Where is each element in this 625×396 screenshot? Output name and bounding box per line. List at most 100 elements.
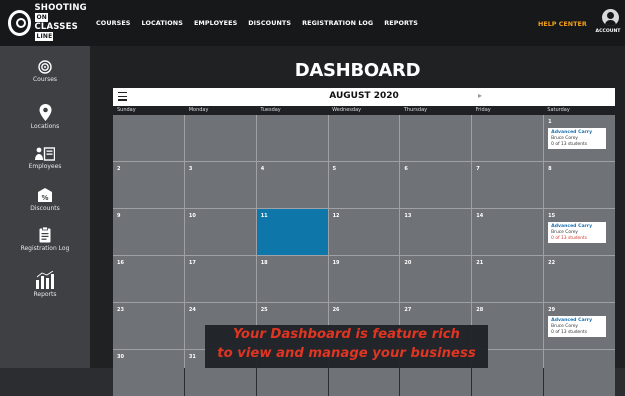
brand-logo[interactable]: SHOOTINGON CLASSESLINE <box>8 4 92 41</box>
event-title: Advanced Carry <box>551 224 593 229</box>
calendar-day-cell[interactable]: 4 <box>256 162 328 208</box>
event-instructor: Bruce Corey <box>551 230 579 235</box>
map-pin-icon <box>39 104 51 121</box>
calendar-empty-cell[interactable] <box>328 115 400 161</box>
calendar-day-cell[interactable]: 2 <box>113 162 184 208</box>
next-month-arrow-icon[interactable]: ▸ <box>478 91 482 100</box>
day-number: 30 <box>117 354 124 360</box>
caption-line-2: to view and manage your business <box>217 346 476 361</box>
calendar-day-cell[interactable]: 6 <box>400 162 472 208</box>
event-title: Advanced Carry <box>551 318 593 323</box>
account-label: ACCOUNT <box>595 29 621 34</box>
calendar-day-cell[interactable]: 23 <box>113 303 184 349</box>
nav-registration-log[interactable]: REGISTRATION LOG <box>302 19 373 27</box>
sidebar-item-courses[interactable]: Courses <box>0 60 90 83</box>
calendar-event-card[interactable]: Advanced Carry Bruce Corey 0 of 13 student… <box>548 222 607 243</box>
sidebar-item-label: Registration Log <box>20 245 70 252</box>
sidebar-item-locations[interactable]: Locations <box>0 104 90 130</box>
main-content: DASHBOARD AUGUST 2020 ▸ Sunday Monday Tues… <box>90 46 625 396</box>
sidebar: Courses Locations Employees % Discounts … <box>0 46 90 368</box>
calendar-day-cell[interactable]: 5 <box>328 162 400 208</box>
calendar-day-cell[interactable]: 11 <box>256 209 328 255</box>
nav-employees[interactable]: EMPLOYEES <box>194 19 237 27</box>
account-button[interactable]: ACCOUNT <box>596 9 623 34</box>
day-number: 15 <box>548 213 556 219</box>
nav-locations[interactable]: LOCATIONS <box>142 19 183 27</box>
day-number: 27 <box>404 307 412 313</box>
day-number: 20 <box>404 260 412 266</box>
event-enrollment-status: 0 of 13 students <box>551 142 588 147</box>
sidebar-item-label: Locations <box>30 123 60 130</box>
calendar-empty-cell[interactable] <box>400 115 472 161</box>
main-nav: COURSES LOCATIONS EMPLOYEES DISCOUNTS RE… <box>96 0 429 46</box>
day-number: 6 <box>404 166 408 172</box>
calendar-day-cell[interactable]: 29 Advanced Carry Bruce Corey 0 of 13 stude… <box>544 303 615 349</box>
calendar-day-cell[interactable]: 30 <box>113 350 184 396</box>
day-number: 3 <box>188 166 193 172</box>
calendar-day-cell[interactable]: 8 <box>544 162 615 208</box>
bar-chart-icon <box>36 271 54 289</box>
calendar-event-card[interactable]: Advanced Carry Bruce Corey 0 of 13 student… <box>548 316 607 337</box>
calendar-event-card[interactable]: Advanced Carry Bruce Corey 0 of 13 student… <box>548 128 607 149</box>
sidebar-item-label: Reports <box>33 291 57 298</box>
day-number: 31 <box>188 354 196 360</box>
sidebar-item-label: Discounts <box>30 205 60 212</box>
event-instructor: Bruce Corey <box>551 324 579 329</box>
day-number: 28 <box>476 307 484 313</box>
account-avatar-icon <box>601 9 619 26</box>
clipboard-icon <box>39 227 51 243</box>
day-number: 18 <box>260 260 268 266</box>
discount-tag-icon: % <box>38 188 52 202</box>
day-name: Saturday <box>547 107 570 113</box>
day-number: 14 <box>476 213 484 219</box>
calendar-empty-cell[interactable] <box>256 115 328 161</box>
sidebar-item-label: Employees <box>28 163 62 170</box>
calendar-day-cell[interactable]: 14 <box>472 209 544 255</box>
calendar-day-cell[interactable]: 1 Advanced Carry Bruce Corey 0 of 13 studen… <box>544 115 615 161</box>
day-number: 16 <box>117 260 124 266</box>
calendar-day-cell[interactable]: 17 <box>184 256 256 302</box>
event-title: Advanced Carry <box>551 130 593 135</box>
event-instructor: Bruce Corey <box>551 136 579 141</box>
calendar-day-cell[interactable]: 3 <box>184 162 256 208</box>
sidebar-item-registration-log[interactable]: Registration Log <box>0 227 90 252</box>
nav-discounts[interactable]: DISCOUNTS <box>248 19 291 27</box>
day-name: Sunday <box>117 107 136 113</box>
caption-line-1: Your Dashboard is feature rich <box>233 327 460 342</box>
day-number: 17 <box>188 260 196 266</box>
day-number: 12 <box>332 213 340 219</box>
calendar-day-cell[interactable]: 19 <box>328 256 400 302</box>
calendar-day-cell[interactable]: 15 Advanced Carry Bruce Corey 0 of 13 stude… <box>544 209 615 255</box>
day-name: Friday <box>475 107 491 113</box>
calendar-day-cell[interactable]: 21 <box>472 256 544 302</box>
target-icon <box>38 60 52 74</box>
help-center-link[interactable]: HELP CENTER <box>538 20 587 28</box>
calendar-day-cell[interactable]: 13 <box>400 209 472 255</box>
nav-reports[interactable]: REPORTS <box>384 19 418 27</box>
calendar-empty-cell[interactable] <box>472 115 544 161</box>
nav-courses[interactable]: COURSES <box>96 19 131 27</box>
calendar-day-cell[interactable]: 9 <box>113 209 184 255</box>
sidebar-item-discounts[interactable]: % Discounts <box>0 187 90 212</box>
calendar-empty-cell[interactable] <box>184 115 256 161</box>
day-number: 8 <box>548 166 552 172</box>
day-number: 24 <box>188 307 196 313</box>
page-title: DASHBOARD <box>294 60 421 81</box>
calendar-day-cell[interactable]: 18 <box>256 256 328 302</box>
calendar-day-cell[interactable]: 12 <box>328 209 400 255</box>
calendar-empty-cell[interactable] <box>544 350 615 396</box>
calendar-empty-cell[interactable] <box>113 115 184 161</box>
day-name: Monday <box>188 107 209 113</box>
day-number: 11 <box>260 213 268 219</box>
calendar-day-cell[interactable]: 16 <box>113 256 184 302</box>
calendar-day-cell[interactable]: 20 <box>400 256 472 302</box>
calendar-day-cell[interactable]: 7 <box>472 162 544 208</box>
calendar-day-cell[interactable]: 22 <box>544 256 615 302</box>
day-number: 2 <box>117 166 121 172</box>
day-number: 19 <box>332 260 340 266</box>
svg-text:%: % <box>41 194 48 202</box>
calendar-day-cell[interactable]: 10 <box>184 209 256 255</box>
sidebar-item-reports[interactable]: Reports <box>0 271 90 298</box>
sidebar-item-label: Courses <box>32 76 58 83</box>
sidebar-item-employees[interactable]: Employees <box>0 147 90 170</box>
